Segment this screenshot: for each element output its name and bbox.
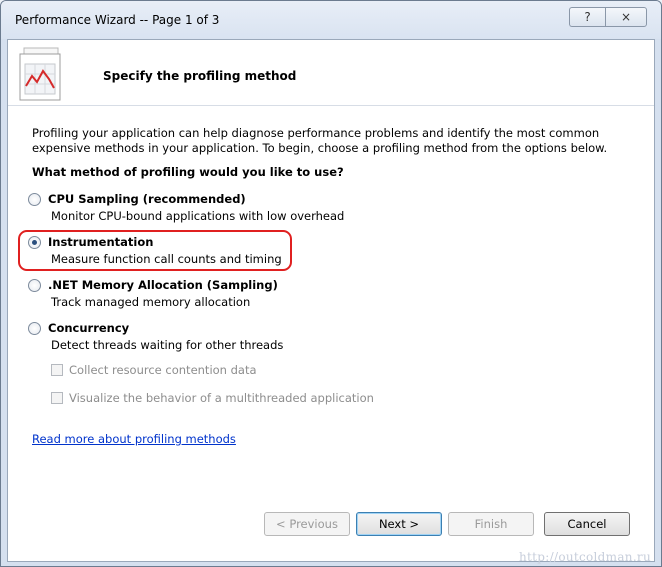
window-title: Performance Wizard -- Page 1 of 3	[15, 13, 220, 27]
checkbox-box[interactable]	[51, 392, 63, 404]
wizard-client-area: Specify the profiling method Profiling y…	[7, 39, 655, 562]
option-label[interactable]: .NET Memory Allocation (Sampling)	[48, 278, 278, 292]
read-more-link[interactable]: Read more about profiling methods	[32, 432, 236, 446]
option-description: Measure function call counts and timing	[51, 252, 282, 266]
radio-concurrency[interactable]	[28, 322, 41, 335]
chart-document-icon	[19, 47, 61, 101]
checkbox-label[interactable]: Collect resource contention data	[69, 363, 257, 377]
intro-text: Profiling your application can help diag…	[32, 126, 608, 155]
finish-button[interactable]: Finish	[448, 512, 534, 536]
radio-cpu-sampling[interactable]	[28, 193, 41, 206]
next-button[interactable]: Next >	[356, 512, 442, 536]
option-label[interactable]: Concurrency	[48, 321, 129, 335]
checkbox-label[interactable]: Visualize the behavior of a multithreade…	[69, 391, 374, 405]
watermark: http://outcoldman.ru	[519, 550, 651, 564]
page-title: Specify the profiling method	[103, 69, 297, 83]
option-description: Detect threads waiting for other threads	[51, 338, 284, 352]
option-description: Monitor CPU-bound applications with low …	[51, 209, 345, 223]
option-label[interactable]: Instrumentation	[48, 235, 153, 249]
checkbox-box[interactable]	[51, 364, 63, 376]
question-label: What method of profiling would you like …	[32, 165, 344, 179]
option-label[interactable]: CPU Sampling (recommended)	[48, 192, 246, 206]
help-button[interactable]: ?	[569, 7, 605, 27]
close-button[interactable]: ×	[605, 7, 647, 27]
title-buttons: ? ×	[569, 7, 647, 27]
radio-instrumentation[interactable]	[28, 236, 41, 249]
radio-memory-allocation[interactable]	[28, 279, 41, 292]
cancel-button[interactable]: Cancel	[544, 512, 630, 536]
header-divider	[8, 105, 654, 106]
wizard-header: Specify the profiling method	[8, 40, 654, 104]
previous-button[interactable]: < Previous	[264, 512, 350, 536]
wizard-window: Performance Wizard -- Page 1 of 3 ? × Sp…	[0, 0, 662, 567]
title-bar: Performance Wizard -- Page 1 of 3 ? ×	[1, 1, 661, 39]
option-description: Track managed memory allocation	[51, 295, 251, 309]
